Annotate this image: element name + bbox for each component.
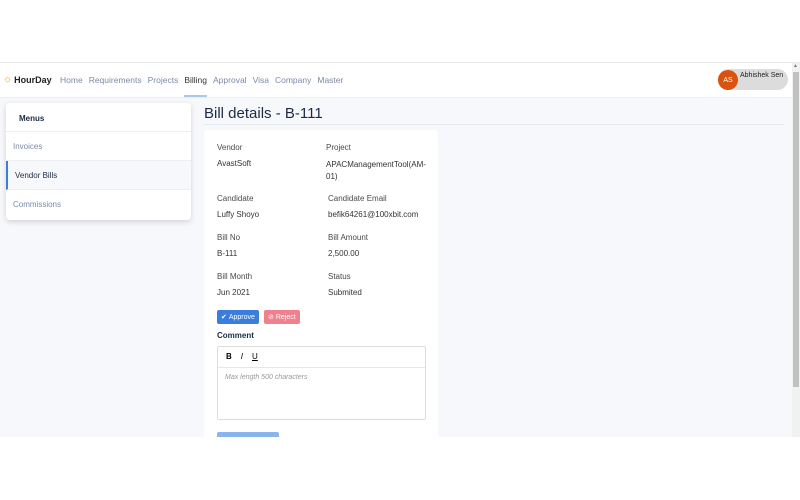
bill-card: Vendor AvastSoft Project APACManagementT… bbox=[204, 130, 438, 437]
nav-billing[interactable]: Billing bbox=[184, 75, 207, 97]
add-comment-button[interactable] bbox=[217, 432, 279, 437]
month-label: Bill Month bbox=[217, 272, 253, 281]
amount-label: Bill Amount bbox=[328, 233, 369, 242]
menu-item-vendor-bills[interactable]: Vendor Bills bbox=[6, 161, 191, 190]
logo-icon: ☼ bbox=[3, 74, 13, 85]
top-nav: ☼ HourDay Home Requirements Projects Bill… bbox=[0, 63, 792, 98]
month-value: Jun 2021 bbox=[217, 288, 250, 297]
status-label: Status bbox=[328, 272, 351, 281]
nav-projects[interactable]: Projects bbox=[148, 75, 179, 85]
vendor-label: Vendor bbox=[217, 143, 243, 152]
billno-label: Bill No bbox=[217, 233, 241, 242]
nav-visa[interactable]: Visa bbox=[253, 75, 269, 85]
comment-label: Comment bbox=[217, 331, 254, 340]
project-label: Project bbox=[326, 143, 351, 152]
bold-button[interactable]: B bbox=[226, 352, 232, 367]
nav-home[interactable]: Home bbox=[60, 75, 83, 85]
check-icon: ✔ bbox=[221, 314, 229, 321]
user-menu[interactable]: AS Abhishek Sen bbox=[718, 69, 788, 90]
amount-value: 2,500.00 bbox=[328, 249, 360, 258]
scrollbar[interactable]: ▲ bbox=[792, 63, 800, 437]
nav-requirements[interactable]: Requirements bbox=[89, 75, 142, 85]
vendor-value: AvastSoft bbox=[217, 159, 252, 168]
menu-title: Menus bbox=[6, 103, 191, 132]
approve-button[interactable]: ✔ Approve bbox=[217, 310, 259, 324]
email-value: befik64261@100xbit.com bbox=[328, 210, 419, 219]
nav-approval[interactable]: Approval bbox=[213, 75, 247, 85]
brand-name: HourDay bbox=[14, 74, 52, 85]
editor-toolbar: B I U bbox=[218, 347, 425, 368]
avatar: AS bbox=[718, 70, 738, 90]
approve-label: Approve bbox=[228, 313, 255, 321]
brand-logo[interactable]: ☼ HourDay bbox=[3, 74, 52, 85]
reject-button[interactable]: ⊘ Reject bbox=[264, 310, 300, 324]
reject-label: Reject bbox=[275, 313, 296, 321]
menu-item-invoices[interactable]: Invoices bbox=[6, 132, 191, 161]
project-value: APACManagementTool(AM-01) bbox=[326, 160, 426, 181]
scrollbar-thumb[interactable] bbox=[793, 72, 799, 387]
menu-item-commissions[interactable]: Commissions bbox=[6, 190, 191, 219]
scroll-up-icon[interactable]: ▲ bbox=[793, 63, 798, 69]
side-menu: Menus Invoices Vendor Bills Commissions bbox=[6, 103, 191, 220]
candidate-label: Candidate bbox=[217, 194, 254, 203]
comment-editor: B I U Max length 500 characters bbox=[217, 346, 426, 420]
divider bbox=[204, 124, 784, 125]
billno-value: B-111 bbox=[217, 249, 238, 258]
underline-button[interactable]: U bbox=[252, 352, 258, 367]
app: ☼ HourDay Home Requirements Projects Bill… bbox=[0, 62, 800, 437]
email-label: Candidate Email bbox=[328, 194, 387, 203]
italic-button[interactable]: I bbox=[241, 352, 243, 367]
status-value: Submited bbox=[328, 288, 362, 297]
nav-master[interactable]: Master bbox=[317, 75, 343, 85]
nav-company[interactable]: Company bbox=[275, 75, 311, 85]
page-title: Bill details - B-111 bbox=[204, 105, 323, 122]
candidate-value: Luffy Shoyo bbox=[217, 210, 260, 219]
comment-input[interactable]: Max length 500 characters bbox=[218, 368, 425, 381]
user-name: Abhishek Sen bbox=[740, 72, 784, 79]
ban-icon: ⊘ bbox=[268, 314, 276, 321]
